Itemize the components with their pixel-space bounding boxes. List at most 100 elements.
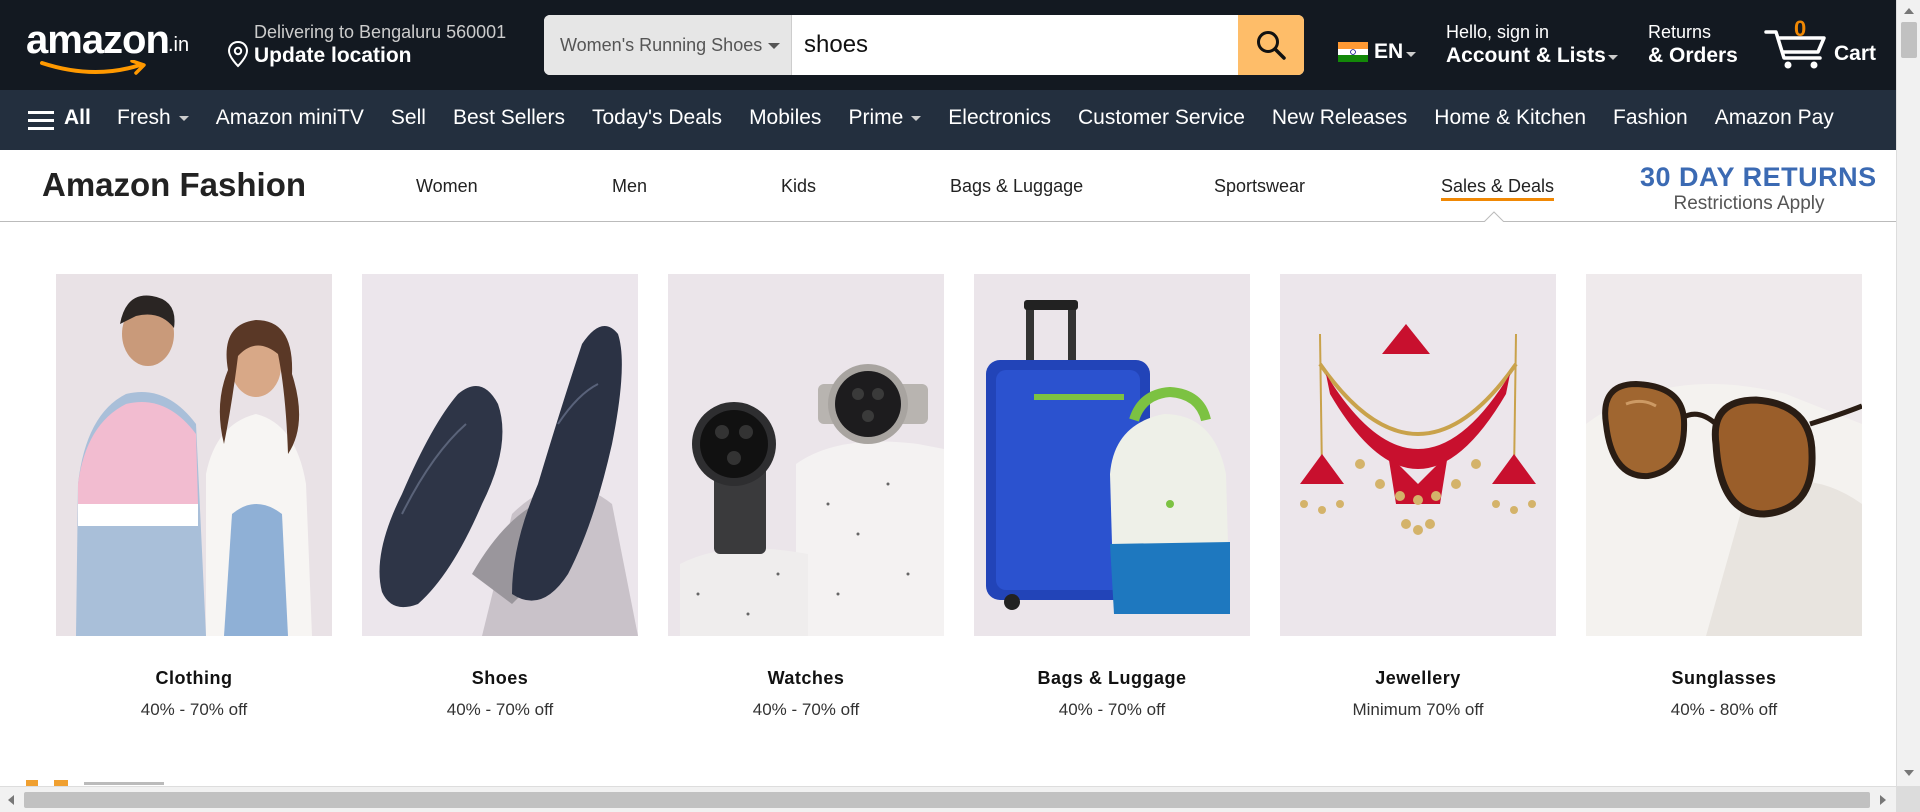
subnav-sportswear[interactable]: Sportswear: [1214, 176, 1305, 197]
subnav-kids[interactable]: Kids: [781, 176, 816, 197]
nav-item-home-kitchen[interactable]: Home & Kitchen: [1434, 106, 1586, 130]
nav-item-today-s-deals[interactable]: Today's Deals: [592, 106, 722, 130]
returns-label: Returns: [1648, 22, 1712, 42]
subnav-sales-deals[interactable]: Sales & Deals: [1441, 176, 1555, 201]
logo-smile-icon: [40, 60, 146, 75]
category-name[interactable]: Sunglasses: [1586, 668, 1862, 689]
nav-item-best-sellers[interactable]: Best Sellers: [453, 106, 565, 130]
subnav-women[interactable]: Women: [416, 176, 478, 197]
subnav-bags-luggage[interactable]: Bags & Luggage: [950, 176, 1083, 197]
top-header: amazon .in Delivering to Bengaluru 56000…: [0, 0, 1896, 90]
nav-item-label: Customer Service: [1077, 106, 1245, 129]
nav-item-mobiles[interactable]: Mobiles: [749, 106, 821, 130]
category-tile-watches[interactable]: Watches 40% - 70% off: [668, 274, 944, 734]
all-menu-label: All: [64, 106, 91, 129]
wrist-watches-photo[interactable]: [668, 274, 944, 636]
scroll-up-arrow-icon[interactable]: [1904, 8, 1914, 14]
chevron-down-icon: [1406, 52, 1416, 57]
thirty-day-returns-banner[interactable]: 30 DAY RETURNS Restrictions Apply: [1640, 162, 1877, 215]
language-code: EN: [1374, 40, 1404, 63]
navy-boat-shoes-photo[interactable]: [362, 274, 638, 636]
cart-button[interactable]: 0 Cart: [1764, 16, 1884, 76]
category-name[interactable]: Watches: [668, 668, 944, 689]
nav-item-label: Amazon miniTV: [215, 106, 364, 129]
account-and-lists[interactable]: Hello, sign in Account & Lists: [1446, 20, 1626, 72]
nav-item-amazon-minitv[interactable]: Amazon miniTV: [216, 106, 364, 130]
subnav-men[interactable]: Men: [612, 176, 647, 197]
nav-links: Fresh Amazon miniTV Sell Best Sellers Today'…: [117, 106, 1834, 130]
vertical-scroll-thumb[interactable]: [1901, 22, 1917, 58]
nav-item-customer-service[interactable]: Customer Service: [1078, 106, 1245, 130]
category-grid: Clothing 40% - 70% off Shoes 40% - 70% o…: [56, 274, 1866, 734]
nav-item-sell[interactable]: Sell: [391, 106, 426, 130]
nav-item-label: Mobiles: [749, 106, 822, 129]
search-bar: Women's Running Shoes: [544, 15, 1304, 75]
category-name[interactable]: Shoes: [362, 668, 638, 689]
category-discount: 40% - 70% off: [446, 700, 554, 719]
nav-item-label: New Releases: [1271, 106, 1408, 129]
nav-item-amazon-pay[interactable]: Amazon Pay: [1715, 106, 1834, 130]
returns-and-orders[interactable]: Returns & Orders: [1648, 20, 1768, 72]
sign-in-greeting: Hello, sign in: [1446, 22, 1550, 42]
search-input[interactable]: [792, 15, 1282, 75]
vertical-scrollbar[interactable]: [1896, 0, 1920, 786]
account-lists-label: Account & Lists: [1446, 44, 1606, 67]
scroll-right-arrow-icon[interactable]: [1880, 795, 1886, 805]
cart-label: Cart: [1834, 42, 1877, 65]
search-icon: [1257, 31, 1286, 60]
nav-item-prime[interactable]: Prime: [848, 106, 922, 130]
hamburger-icon: [28, 111, 54, 130]
couple-in-shirts-photo[interactable]: [56, 274, 332, 636]
active-tab-pointer-icon: [1484, 211, 1504, 222]
scroll-down-arrow-icon[interactable]: [1904, 770, 1914, 776]
returns-banner-title: 30 DAY RETURNS: [1640, 162, 1877, 192]
nav-item-fashion[interactable]: Fashion: [1613, 106, 1688, 130]
horizontal-scrollbar[interactable]: [0, 786, 1896, 812]
category-tile-bags-luggage[interactable]: Bags & Luggage 40% - 70% off: [974, 274, 1250, 734]
category-discount: Minimum 70% off: [1352, 700, 1484, 719]
nav-item-label: Fresh: [117, 106, 171, 129]
returns-banner-note: Restrictions Apply: [1673, 193, 1825, 214]
location-pin-icon: [227, 40, 249, 68]
amazon-fashion-title[interactable]: Amazon Fashion: [42, 166, 306, 204]
nav-item-label: Today's Deals: [591, 106, 723, 129]
nav-item-label: Prime: [848, 106, 904, 129]
aviator-sunglasses-photo[interactable]: [1586, 274, 1862, 636]
category-name[interactable]: Clothing: [56, 668, 332, 689]
category-name[interactable]: Bags & Luggage: [974, 668, 1250, 689]
main-nav-bar: All Fresh Amazon miniTV Sell Best Sellers To…: [0, 90, 1896, 150]
orders-label: & Orders: [1648, 44, 1738, 67]
category-discount: 40% - 70% off: [140, 700, 248, 719]
category-tile-jewellery[interactable]: Jewellery Minimum 70% off: [1280, 274, 1556, 734]
category-tile-sunglasses[interactable]: Sunglasses 40% - 80% off: [1586, 274, 1862, 734]
search-button[interactable]: [1238, 15, 1304, 75]
category-discount: 40% - 70% off: [752, 700, 860, 719]
category-tile-shoes[interactable]: Shoes 40% - 70% off: [362, 274, 638, 734]
red-gold-necklace-set-photo[interactable]: [1280, 274, 1556, 636]
language-selector[interactable]: EN: [1336, 38, 1416, 68]
update-location-link[interactable]: Update location: [254, 44, 412, 68]
scroll-left-arrow-icon[interactable]: [8, 795, 14, 805]
search-category-select[interactable]: Women's Running Shoes: [544, 15, 792, 75]
nav-item-label: Amazon Pay: [1714, 106, 1834, 129]
nav-item-label: Sell: [390, 106, 426, 129]
logo-domain-suffix: .in: [168, 34, 190, 56]
category-tile-clothing[interactable]: Clothing 40% - 70% off: [56, 274, 332, 734]
logo-wordmark: amazon: [26, 18, 170, 62]
chevron-down-icon: [1608, 55, 1618, 60]
nav-item-electronics[interactable]: Electronics: [948, 106, 1051, 130]
delivery-address-text: Delivering to Bengaluru 560001: [254, 22, 507, 42]
nav-item-new-releases[interactable]: New Releases: [1272, 106, 1407, 130]
chevron-down-icon: [178, 115, 189, 121]
category-name[interactable]: Jewellery: [1280, 668, 1556, 689]
suitcase-and-backpack-photo[interactable]: [974, 274, 1250, 636]
category-discount: 40% - 70% off: [1058, 700, 1166, 719]
scrollbar-corner: [1896, 786, 1920, 812]
india-flag-icon: [1338, 42, 1368, 62]
horizontal-scroll-thumb[interactable]: [24, 792, 1870, 808]
amazon-logo[interactable]: amazon .in: [26, 18, 196, 75]
nav-item-fresh[interactable]: Fresh: [117, 106, 189, 130]
chevron-down-icon: [768, 43, 781, 50]
nav-item-label: Electronics: [948, 106, 1051, 129]
chevron-down-icon: [911, 115, 922, 121]
